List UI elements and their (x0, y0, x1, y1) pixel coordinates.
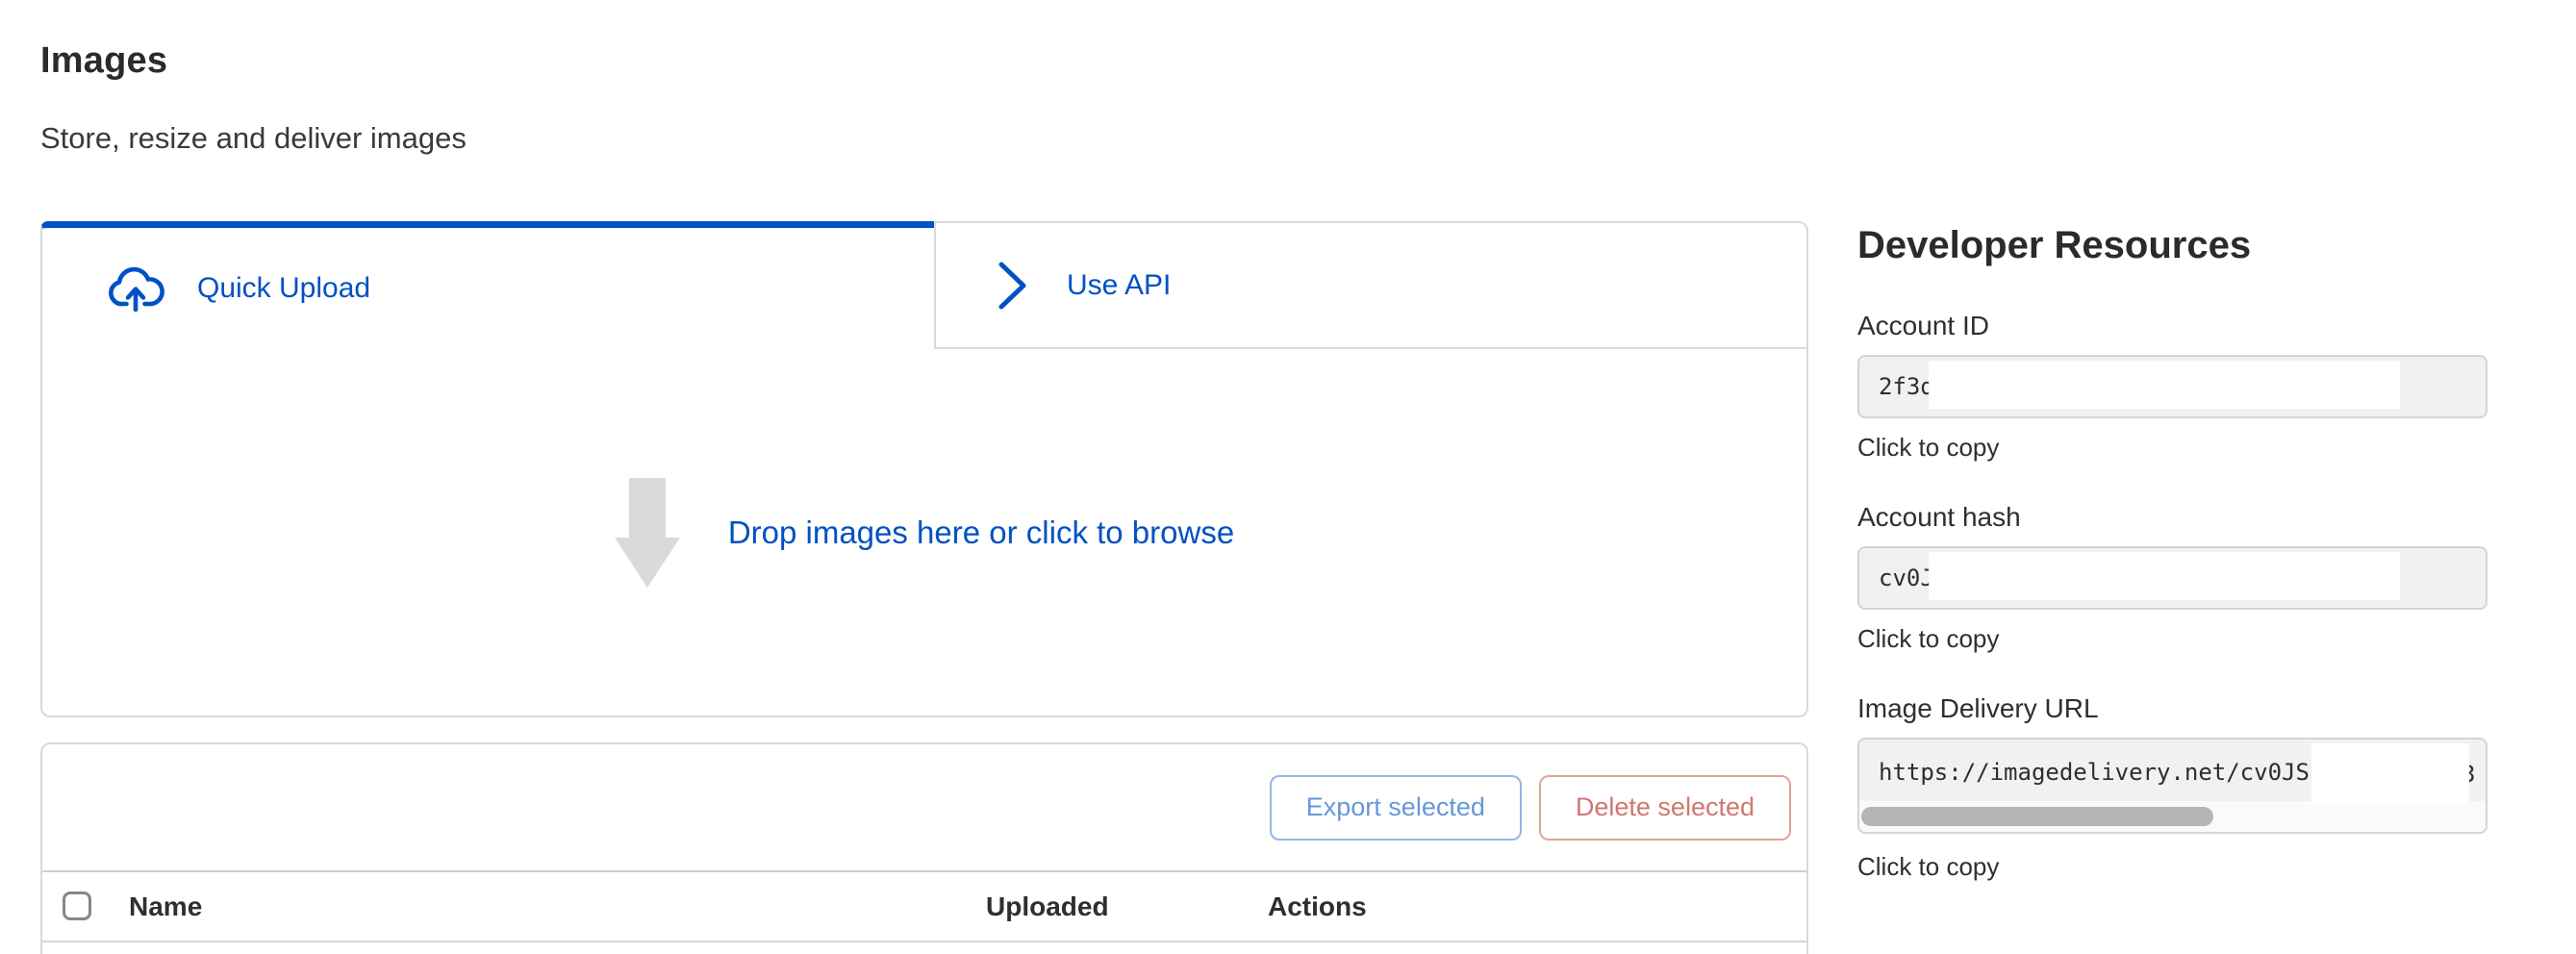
scrollbar-thumb[interactable] (1861, 807, 2213, 826)
image-delivery-url-copy-box[interactable]: https://imagedelivery.net/cv0JSj 3 (1857, 738, 2488, 834)
developer-resources-panel: Developer Resources Account ID 2f3d Clic… (1857, 221, 2488, 882)
chevron-right-icon (998, 261, 1028, 311)
image-delivery-url-label: Image Delivery URL (1857, 692, 2488, 725)
redaction-overlay (1929, 361, 2400, 409)
account-hash-field: Account hash cv0J Click to copy (1857, 501, 2488, 654)
upload-dropzone[interactable]: Drop images here or click to browse (40, 349, 1808, 717)
column-header-uploaded: Uploaded (986, 891, 1109, 922)
image-delivery-url-field: Image Delivery URL https://imagedelivery… (1857, 692, 2488, 882)
account-hash-label: Account hash (1857, 501, 2488, 534)
tab-use-api[interactable]: Use API (934, 221, 1808, 349)
sidebar-heading: Developer Resources (1857, 221, 2488, 269)
tab-label-quick-upload: Quick Upload (197, 272, 370, 305)
tab-quick-upload[interactable]: Quick Upload (40, 221, 934, 349)
account-hash-copy-box[interactable]: cv0J (1857, 546, 2488, 610)
account-hash-value: cv0J (1879, 565, 1934, 591)
upload-tabs: Quick Upload Use API (40, 221, 1808, 349)
cloud-upload-icon (106, 265, 165, 312)
account-id-label: Account ID (1857, 310, 2488, 342)
account-id-copy-box[interactable]: 2f3d (1857, 355, 2488, 418)
images-main-column: Images Store, resize and deliver images … (40, 0, 1808, 954)
export-selected-button[interactable]: Export selected (1270, 775, 1522, 841)
page-subtitle: Store, resize and deliver images (40, 121, 1808, 156)
image-delivery-url-copy-hint: Click to copy (1857, 851, 2488, 882)
image-delivery-url-value: https://imagedelivery.net/cv0JSj (1879, 759, 2323, 786)
table-header-row: Name Uploaded Actions (42, 872, 1806, 942)
arrow-down-icon (615, 478, 680, 588)
table-actions-row: Export selected Delete selected (42, 744, 1806, 872)
tab-label-use-api: Use API (1067, 269, 1171, 302)
account-hash-copy-hint: Click to copy (1857, 623, 2488, 654)
select-all-checkbox[interactable] (63, 891, 91, 920)
delete-selected-button[interactable]: Delete selected (1539, 775, 1791, 841)
account-id-value: 2f3d (1879, 373, 1934, 400)
column-header-name: Name (129, 891, 202, 922)
horizontal-scrollbar[interactable] (1859, 801, 2486, 832)
page-title: Images (40, 38, 1808, 83)
account-id-copy-hint: Click to copy (1857, 432, 2488, 463)
column-header-actions: Actions (1268, 891, 1367, 922)
redaction-overlay (2311, 743, 2469, 805)
dropzone-label: Drop images here or click to browse (728, 515, 1234, 551)
redaction-overlay (1929, 552, 2400, 600)
account-id-field: Account ID 2f3d Click to copy (1857, 310, 2488, 463)
images-table-card: Export selected Delete selected Name Upl… (40, 742, 1808, 954)
